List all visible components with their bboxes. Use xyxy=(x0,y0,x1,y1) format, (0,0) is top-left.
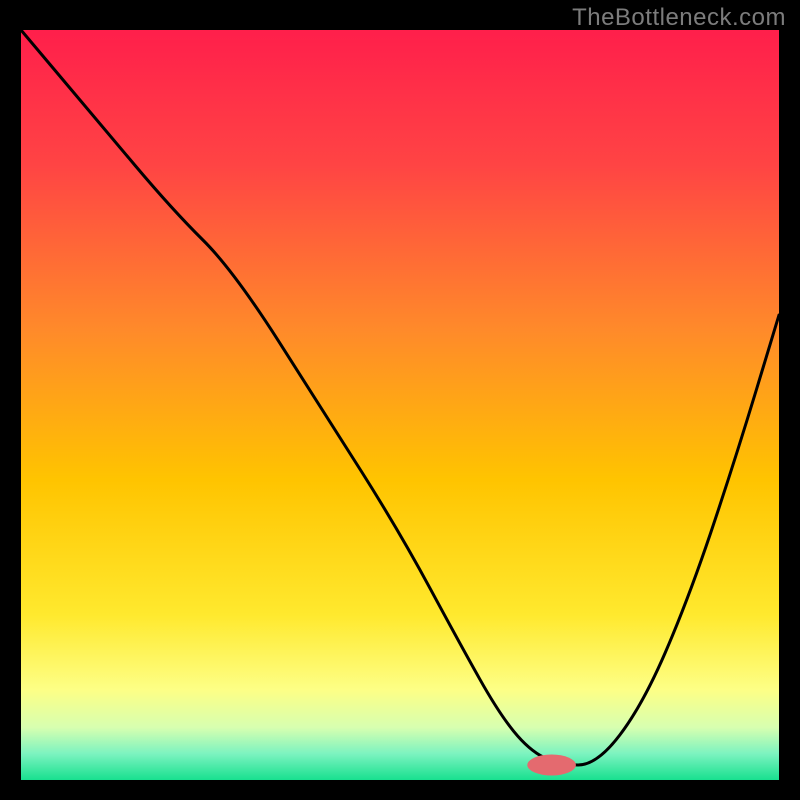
chart-svg xyxy=(21,30,779,780)
chart-plot-area xyxy=(21,30,779,780)
watermark-text: TheBottleneck.com xyxy=(572,4,786,32)
optimal-point-marker xyxy=(527,755,576,776)
gradient-background xyxy=(21,30,779,780)
chart-frame: TheBottleneck.com xyxy=(0,0,800,800)
